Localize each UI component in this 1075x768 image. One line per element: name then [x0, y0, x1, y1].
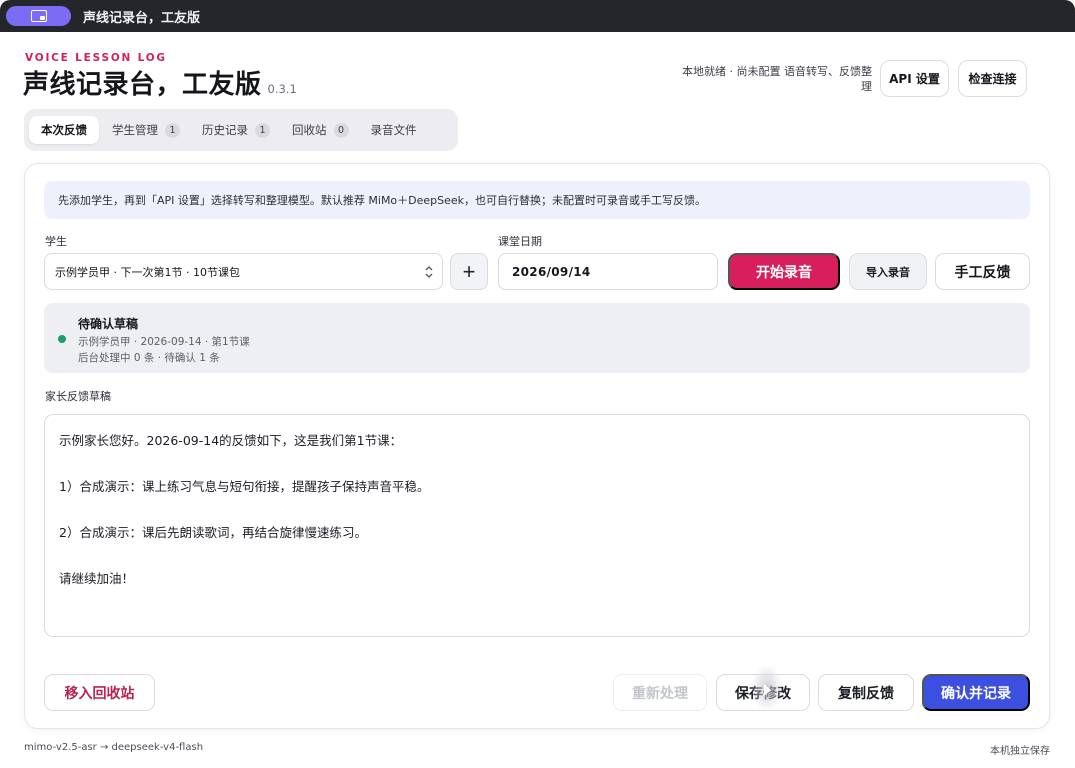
main-tabs: 本次反馈 学生管理 1 历史记录 1 回收站 0 录音文件 — [24, 109, 458, 151]
info-banner: 先添加学生，再到「API 设置」选择转写和整理模型。默认推荐 MiMo＋Deep… — [44, 181, 1030, 219]
manual-feedback-button[interactable]: 手工反馈 — [935, 253, 1030, 290]
chevron-updown-icon — [425, 266, 433, 278]
draft-status-title: 待确认草稿 — [78, 317, 139, 331]
tab-current-feedback[interactable]: 本次反馈 — [29, 116, 99, 144]
student-label: 学生 — [45, 235, 67, 248]
tab-label: 本次反馈 — [41, 123, 87, 137]
model-chain-label: mimo-v2.5-asr → deepseek-v4-flash — [24, 742, 204, 753]
tab-label: 历史记录 — [202, 123, 248, 137]
id-card-icon — [30, 10, 47, 22]
save-changes-button[interactable]: 保存修改 — [716, 674, 810, 711]
count-badge: 1 — [255, 122, 270, 138]
reprocess-button[interactable]: 重新处理 — [613, 674, 707, 711]
draft-line: 2）合成演示：课后先朗读歌词，再结合旋律慢速练习。 — [59, 525, 367, 540]
draft-line: 示例家长您好。2026-09-14的反馈如下，这是我们第1节课： — [59, 433, 403, 448]
copy-feedback-button[interactable]: 复制反馈 — [818, 674, 914, 711]
start-recording-button[interactable]: 开始录音 — [728, 253, 840, 290]
tab-students[interactable]: 学生管理 1 — [103, 116, 189, 144]
api-settings-button[interactable]: API 设置 — [880, 60, 949, 97]
draft-status-meta: 示例学员甲 · 2026-09-14 · 第1节课 — [78, 336, 250, 348]
student-select-value: 示例学员甲 · 下一次第1节 · 10节课包 — [55, 265, 240, 279]
window-title: 声线记录台，工友版 — [83, 10, 201, 26]
import-recording-button[interactable]: 导入录音 — [849, 253, 927, 290]
draft-label: 家长反馈草稿 — [45, 390, 111, 403]
tab-label: 录音文件 — [370, 123, 417, 137]
lesson-date-input[interactable]: 2026/09/14 — [498, 253, 718, 290]
title-bar: 声线记录台，工友版 — [0, 0, 1075, 32]
tab-history[interactable]: 历史记录 1 — [193, 116, 279, 144]
confirm-and-record-button[interactable]: 确认并记录 — [922, 674, 1030, 711]
draft-line: 请继续加油！ — [59, 571, 135, 586]
draft-queue-status: 后台处理中 0 条 · 待确认 1 条 — [78, 352, 220, 364]
app-icon-button[interactable] — [6, 6, 71, 26]
tab-recordings[interactable]: 录音文件 — [362, 116, 426, 144]
config-status: 本地就绪 · 尚未配置 语音转写、反馈整理 — [682, 65, 872, 93]
plus-icon: + — [462, 258, 476, 284]
add-student-button[interactable]: + — [450, 253, 488, 290]
status-dot-icon — [58, 335, 66, 343]
page-header: 声线记录台，工友版 0.3.1 — [23, 64, 297, 101]
feedback-draft-textarea[interactable]: 示例家长您好。2026-09-14的反馈如下，这是我们第1节课： 1）合成演示：… — [44, 414, 1030, 637]
check-connection-button[interactable]: 检查连接 — [958, 60, 1027, 97]
page-title: 声线记录台，工友版 — [23, 70, 262, 100]
tab-label: 学生管理 — [112, 123, 158, 137]
count-badge: 0 — [333, 122, 349, 138]
student-select[interactable]: 示例学员甲 · 下一次第1节 · 10节课包 — [44, 253, 443, 290]
tab-label: 回收站 — [292, 123, 327, 137]
date-label: 课堂日期 — [498, 235, 542, 248]
move-to-recycle-bin-button[interactable]: 移入回收站 — [44, 674, 155, 711]
storage-label: 本机独立保存 — [990, 746, 1050, 757]
draft-line: 1）合成演示：课上练习气息与短句衔接，提醒孩子保持声音平稳。 — [59, 479, 430, 494]
eyebrow-text: VOICE LESSON LOG — [25, 52, 167, 64]
tab-recycle-bin[interactable]: 回收站 0 — [283, 116, 358, 144]
version-label: 0.3.1 — [267, 82, 297, 96]
count-badge: 1 — [165, 122, 180, 138]
